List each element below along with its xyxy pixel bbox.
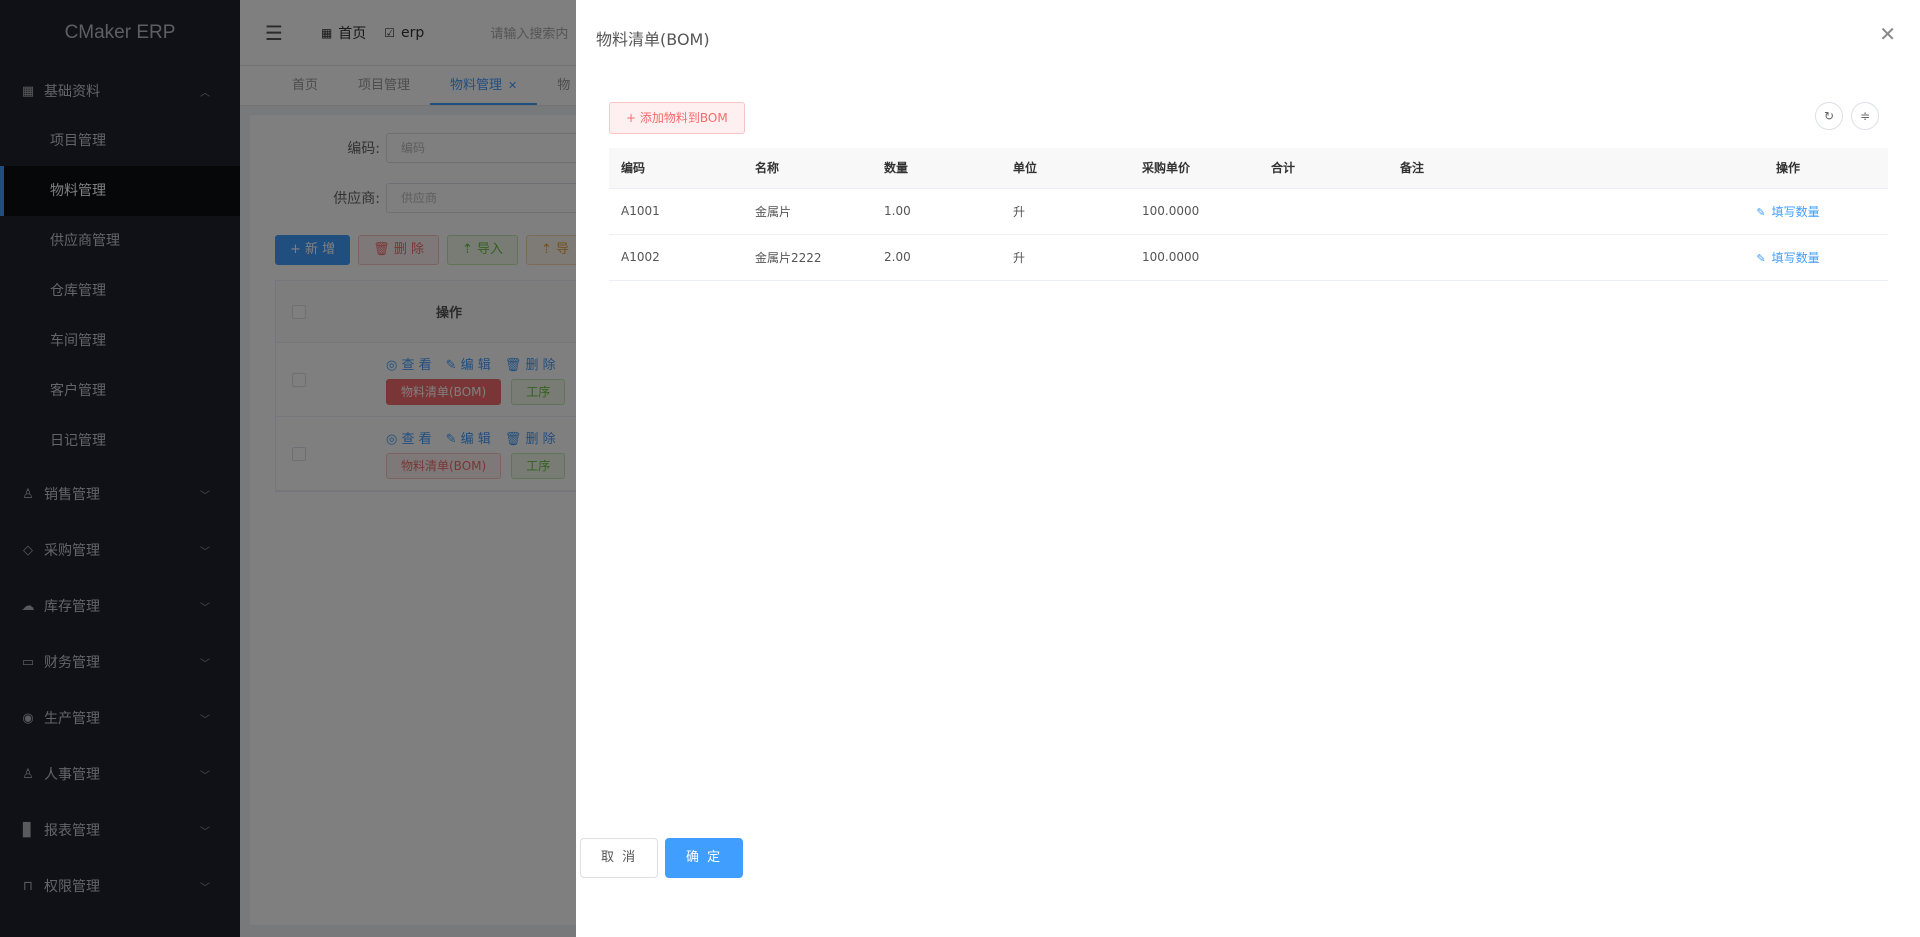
col-price: 采购单价 xyxy=(1130,148,1259,189)
plus-icon: + xyxy=(626,111,640,125)
cell-unit: 升 xyxy=(1001,234,1130,281)
col-unit: 单位 xyxy=(1001,148,1130,189)
col-name: 名称 xyxy=(743,148,872,189)
table-row: A1002 金属片2222 2.00 升 100.0000 ✎ 填写数量 xyxy=(609,234,1888,281)
cell-qty: 1.00 xyxy=(872,188,1001,235)
cancel-button[interactable]: 取 消 xyxy=(580,838,659,878)
table-row: A1001 金属片 1.00 升 100.0000 ✎ 填写数量 xyxy=(609,188,1888,235)
cell-total xyxy=(1259,234,1388,281)
cell-note xyxy=(1388,188,1688,235)
add-material-to-bom-button[interactable]: + 添加物料到BOM xyxy=(609,102,745,134)
cell-price: 100.0000 xyxy=(1130,188,1259,235)
col-total: 合计 xyxy=(1259,148,1388,189)
cell-actions: ✎ 填写数量 xyxy=(1688,234,1888,281)
cell-code: A1002 xyxy=(609,234,743,281)
fill-quantity-link[interactable]: ✎ 填写数量 xyxy=(1756,251,1819,265)
cell-code: A1001 xyxy=(609,188,743,235)
cell-total xyxy=(1259,188,1388,235)
col-qty: 数量 xyxy=(872,148,1001,189)
fill-quantity-link[interactable]: ✎ 填写数量 xyxy=(1756,205,1819,219)
cell-actions: ✎ 填写数量 xyxy=(1688,188,1888,235)
table-header-row: 编码 名称 数量 单位 采购单价 合计 备注 操作 xyxy=(609,148,1888,189)
cell-price: 100.0000 xyxy=(1130,234,1259,281)
bom-table: 编码 名称 数量 单位 采购单价 合计 备注 操作 A1001 金属片 1.00… xyxy=(609,148,1888,281)
col-actions: 操作 xyxy=(1688,148,1888,189)
cell-qty: 2.00 xyxy=(872,234,1001,281)
fill-quantity-label: 填写数量 xyxy=(1771,250,1820,265)
cell-unit: 升 xyxy=(1001,188,1130,235)
cell-name: 金属片2222 xyxy=(743,234,872,281)
pencil-icon: ✎ xyxy=(1756,251,1766,265)
close-icon[interactable]: ✕ xyxy=(1879,22,1896,46)
pencil-icon: ✎ xyxy=(1756,205,1766,219)
add-material-label: 添加物料到BOM xyxy=(639,111,728,125)
fill-quantity-label: 填写数量 xyxy=(1771,204,1820,219)
bom-drawer: 物料清单(BOM) ✕ + 添加物料到BOM ↻ ≑ 编码 名称 数量 单位 采… xyxy=(576,0,1920,937)
confirm-button[interactable]: 确 定 xyxy=(665,838,744,878)
col-code: 编码 xyxy=(609,148,743,189)
cell-name: 金属片 xyxy=(743,188,872,235)
col-note: 备注 xyxy=(1388,148,1688,189)
cell-note xyxy=(1388,234,1688,281)
drawer-title: 物料清单(BOM) xyxy=(596,30,710,49)
column-settings-icon[interactable]: ≑ xyxy=(1851,102,1879,130)
refresh-icon[interactable]: ↻ xyxy=(1815,102,1843,130)
